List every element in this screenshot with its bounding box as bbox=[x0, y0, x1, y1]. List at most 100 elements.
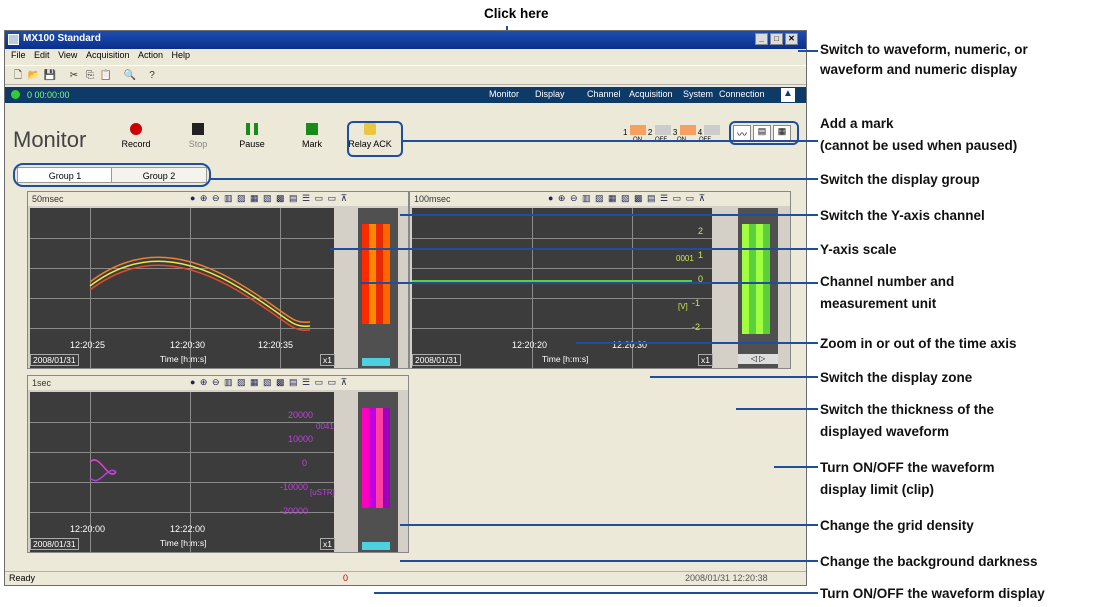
callout-channel-2: measurement unit bbox=[820, 296, 937, 311]
panel-1-date: 2008/01/31 bbox=[30, 354, 79, 366]
menu-file[interactable]: File bbox=[11, 50, 26, 60]
status-text: Ready bbox=[9, 573, 36, 583]
connector-y-scale bbox=[330, 248, 818, 250]
menu-view[interactable]: View bbox=[58, 50, 77, 60]
cut-icon[interactable]: ✂ bbox=[67, 69, 81, 82]
panel-2-interval: 100msec bbox=[414, 194, 451, 204]
panel-1-tick-2: 12:20:30 bbox=[170, 340, 206, 350]
panel-2-scroll-arrows[interactable]: ◁ ▷ bbox=[738, 354, 778, 364]
save-icon[interactable]: 💾 bbox=[43, 69, 57, 82]
connector-thickness bbox=[736, 408, 818, 410]
help-icon[interactable]: ? bbox=[145, 69, 159, 82]
connector-zone bbox=[650, 376, 818, 378]
panel-1-on-off-icon[interactable] bbox=[362, 358, 390, 366]
open-folder-icon[interactable]: 📂 bbox=[27, 69, 41, 82]
panel-2-tool-icons[interactable]: ● ⊕ ⊖ ▥ ▨ ▦ ▧ ▩ ▤ ☰ ▭ ▭ ⊼ bbox=[548, 193, 706, 204]
tab-monitor[interactable]: Monitor bbox=[489, 89, 519, 99]
pause-icon bbox=[246, 123, 258, 135]
menu-edit[interactable]: Edit bbox=[34, 50, 50, 60]
tab-channel[interactable]: Channel bbox=[587, 89, 621, 99]
pause-label: Pause bbox=[239, 139, 265, 149]
stop-icon bbox=[192, 123, 204, 135]
menu-acquisition[interactable]: Acquisition bbox=[86, 50, 130, 60]
panel-1-plot: 12:20:25 12:20:30 12:20:35 2008/01/31 Ti… bbox=[30, 208, 335, 368]
menu-bar: File Edit View Acquisition Action Help bbox=[5, 50, 806, 64]
status-datetime: 2008/01/31 12:20:38 bbox=[685, 573, 768, 583]
app-window: MX100 Standard _ □ ✕ File Edit View Acqu… bbox=[4, 30, 807, 586]
tab-display[interactable]: Display bbox=[535, 89, 565, 99]
mark-button[interactable]: Mark bbox=[287, 123, 337, 149]
title-bar: MX100 Standard _ □ ✕ bbox=[5, 31, 806, 49]
connector-background bbox=[400, 560, 818, 562]
connector-zoom bbox=[576, 342, 818, 344]
callout-clip-1: Turn ON/OFF the waveform bbox=[820, 460, 995, 475]
tab-system[interactable]: System bbox=[683, 89, 713, 99]
close-button[interactable]: ✕ bbox=[785, 33, 798, 45]
zoom-icon[interactable]: 🔍 bbox=[123, 69, 137, 82]
new-file-icon[interactable]: 🗋 bbox=[11, 69, 25, 82]
maximize-button[interactable]: □ bbox=[770, 33, 783, 45]
callout-thickness-2: displayed waveform bbox=[820, 424, 950, 439]
up-arrow-icon[interactable]: ▲ bbox=[781, 88, 795, 102]
copy-icon[interactable]: ⎘ bbox=[83, 69, 97, 82]
app-icon bbox=[8, 34, 19, 45]
status-strip: 0 00:00:00 Monitor Display Channel Acqui… bbox=[5, 87, 806, 103]
alarm-4-icon bbox=[704, 125, 721, 135]
panel-2-ytick-2: 1 bbox=[698, 250, 704, 260]
panel-3-xlabel: Time [h:m:s] bbox=[160, 538, 207, 548]
alarm-1-num: 1 bbox=[623, 128, 628, 137]
callout-background: Change the background darkness bbox=[820, 554, 1038, 569]
panel-1-bars bbox=[358, 208, 398, 368]
toolbar: 🗋 📂 💾 ✂ ⎘ 📋 🔍 ? bbox=[5, 65, 806, 85]
panel-3-tick-1: 12:20:00 bbox=[70, 524, 106, 534]
minimize-button[interactable]: _ bbox=[755, 33, 768, 45]
alarm-2-icon bbox=[654, 125, 671, 135]
record-label: Record bbox=[121, 139, 151, 149]
callout-zone: Switch the display zone bbox=[820, 370, 973, 385]
panel-1-interval: 50msec bbox=[32, 194, 64, 204]
connector-waveform-onoff bbox=[374, 592, 818, 594]
tab-connection[interactable]: Connection bbox=[719, 89, 765, 99]
panel-3-tick-2: 12:22:00 bbox=[170, 524, 206, 534]
relay-ack-highlight bbox=[347, 121, 403, 157]
callout-mark-2: (cannot be used when paused) bbox=[820, 138, 1018, 153]
panel-2-ytick-4: -1 bbox=[692, 298, 701, 308]
record-button[interactable]: Record bbox=[111, 123, 161, 149]
window-title: MX100 Standard bbox=[23, 33, 101, 44]
alarm-indicators: 1 2 3 4 bbox=[623, 125, 721, 137]
elapsed-time: 0 00:00:00 bbox=[27, 90, 70, 100]
menu-action[interactable]: Action bbox=[138, 50, 163, 60]
callout-display-mode-2: waveform and numeric display bbox=[820, 62, 1018, 77]
panel-2-ytick-5: -2 bbox=[692, 322, 701, 332]
panel-1-tick-1: 12:20:25 bbox=[70, 340, 106, 350]
status-bar: Ready 0 2008/01/31 12:20:38 bbox=[5, 571, 806, 585]
menu-help[interactable]: Help bbox=[172, 50, 191, 60]
panel-1-tool-icons[interactable]: ● ⊕ ⊖ ▥ ▨ ▦ ▧ ▩ ▤ ☰ ▭ ▭ ⊼ bbox=[190, 193, 348, 204]
callout-y-scale: Y-axis scale bbox=[820, 242, 897, 257]
pause-button[interactable]: Pause bbox=[227, 123, 277, 149]
connector-grid bbox=[400, 524, 818, 526]
stop-button[interactable]: Stop bbox=[173, 123, 223, 149]
callout-grid: Change the grid density bbox=[820, 518, 974, 533]
panel-3-on-off-icon[interactable] bbox=[362, 542, 390, 550]
panel-3-ytick-1: 20000 bbox=[288, 410, 314, 420]
panel-2-header: 100msec ● ⊕ ⊖ ▥ ▨ ▦ ▧ ▩ ▤ ☰ ▭ ▭ ⊼ bbox=[410, 192, 790, 206]
panel-3-zoom: x1 bbox=[320, 538, 335, 550]
waveform-panel-1: 50msec ● ⊕ ⊖ ▥ ▨ ▦ ▧ ▩ ▤ ☰ ▭ ▭ ⊼ 12:20:2… bbox=[27, 191, 409, 369]
status-count: 0 bbox=[343, 573, 349, 583]
mark-icon bbox=[306, 123, 318, 135]
panel-3-plot: 20000 10000 0 -10000 -20000 0041 [uSTR] … bbox=[30, 392, 335, 552]
panel-2-bars: ◁ ▷ bbox=[738, 208, 778, 368]
callout-mark-1: Add a mark bbox=[820, 116, 894, 131]
panel-3-interval: 1sec bbox=[32, 378, 52, 388]
callout-clip-2: display limit (clip) bbox=[820, 482, 935, 497]
tab-acquisition[interactable]: Acquisition bbox=[629, 89, 673, 99]
connector-channel bbox=[360, 282, 818, 284]
paste-icon[interactable]: 📋 bbox=[99, 69, 113, 82]
panel-2-channel: 0001 bbox=[676, 254, 694, 263]
panel-2-date: 2008/01/31 bbox=[412, 354, 461, 366]
click-here-label: Click here bbox=[484, 6, 549, 21]
connector-clip bbox=[774, 466, 818, 468]
panel-3-tool-icons[interactable]: ● ⊕ ⊖ ▥ ▨ ▦ ▧ ▩ ▤ ☰ ▭ ▭ ⊼ bbox=[190, 377, 348, 388]
connector-mark bbox=[402, 140, 818, 142]
